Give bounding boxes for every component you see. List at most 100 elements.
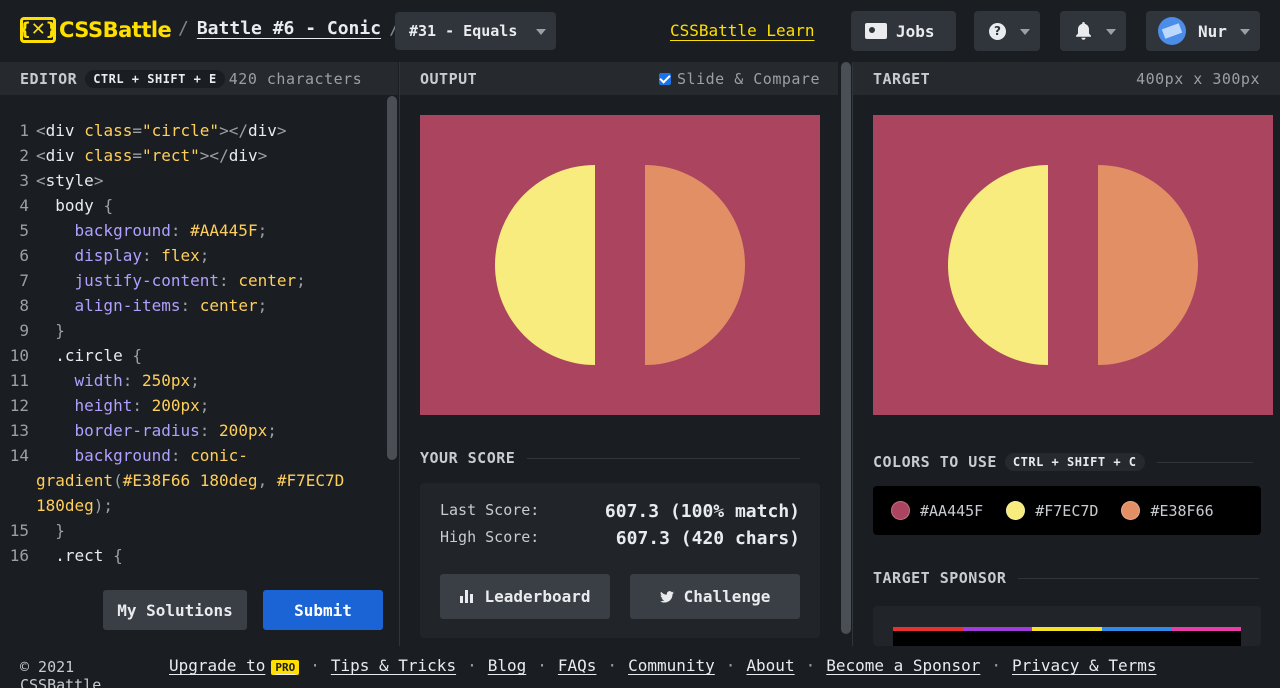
- code-line: 13 border-radius: 200px;: [9, 421, 277, 440]
- footer-link-faqs[interactable]: FAQs: [558, 656, 597, 675]
- logo[interactable]: {✕} CSSBattle: [18, 17, 172, 43]
- color-dot: [891, 501, 910, 520]
- footer-links: Upgrade to PRO · Tips & Tricks · Blog · FAQs · Co…: [169, 656, 1157, 675]
- code-line: 2 <div class="rect"></div>: [19, 146, 268, 165]
- high-score-row: High Score: 607.3 (420 chars): [440, 528, 800, 549]
- footer-link-community[interactable]: Community: [628, 656, 715, 675]
- output-scrollbar[interactable]: [841, 62, 851, 634]
- code-line: 4 body {: [19, 196, 114, 215]
- yellow-half-circle: [948, 165, 1048, 365]
- notifications-button[interactable]: [1060, 11, 1126, 51]
- sponsor-banner[interactable]: [893, 627, 1241, 646]
- target-select-label: #31 - Equals: [409, 22, 518, 40]
- bell-icon: [1076, 22, 1091, 40]
- code-line: 9 }: [19, 321, 65, 340]
- footer-link-tips[interactable]: Tips & Tricks: [331, 656, 456, 675]
- sponsor-section-title: TARGET SPONSOR: [873, 569, 1260, 587]
- code-line: 8 align-items: center;: [19, 296, 268, 315]
- jobs-button[interactable]: Jobs: [851, 11, 956, 51]
- footer-link-about[interactable]: About: [746, 656, 794, 675]
- bar-chart-icon: [459, 590, 475, 603]
- color-swatch[interactable]: #E38F66: [1121, 501, 1214, 520]
- twitter-icon: [659, 590, 674, 603]
- color-dot: [1121, 501, 1141, 520]
- last-score-row: Last Score: 607.3 (100% match): [440, 501, 800, 522]
- question-icon: ?: [989, 22, 1006, 40]
- sponsor-stripes: [893, 627, 1241, 631]
- code-line: 14 background: conic-: [9, 446, 248, 465]
- my-solutions-button[interactable]: My Solutions: [103, 590, 247, 630]
- footer-link-privacy[interactable]: Privacy & Terms: [1012, 656, 1157, 675]
- footer: © 2021 CSSBattle Upgrade to PRO · Tips & Tr…: [0, 646, 1280, 688]
- user-menu-button[interactable]: Nur: [1146, 11, 1260, 51]
- breadcrumb: / Battle #6 - Conic /: [170, 18, 408, 39]
- sponsor-card[interactable]: [873, 606, 1261, 646]
- footer-link-blog[interactable]: Blog: [488, 656, 527, 675]
- last-score-label: Last Score:: [440, 501, 540, 519]
- upgrade-link[interactable]: Upgrade to PRO: [169, 656, 300, 675]
- code-line: 5 background: #AA445F;: [19, 221, 268, 240]
- yellow-half-circle: [495, 165, 595, 365]
- color-dot: [1006, 501, 1026, 520]
- challenge-button[interactable]: Challenge: [630, 574, 800, 619]
- target-panel-header: TARGET 400px x 300px: [853, 62, 1280, 95]
- code-line: 10 .circle {: [9, 346, 142, 365]
- code-line: 1 <div class="circle"></div>: [19, 121, 287, 140]
- code-line: 16 .rect {: [9, 546, 123, 565]
- breadcrumb-separator: /: [178, 18, 189, 39]
- logo-text: CSSBattle: [59, 18, 172, 42]
- output-title: OUTPUT: [420, 69, 478, 88]
- chevron-down-icon: [1240, 29, 1250, 35]
- editor-shortcut-badge: CTRL + SHIFT + E: [85, 69, 225, 88]
- code-line: 11 width: 250px;: [9, 371, 200, 390]
- pro-badge: PRO: [271, 660, 300, 675]
- score-section-title: YOUR SCORE: [420, 449, 801, 467]
- chevron-down-icon: [1106, 29, 1116, 35]
- chevron-down-icon: [536, 29, 546, 35]
- code-line: 3 <style>: [19, 171, 104, 190]
- last-score-value: 607.3 (100% match): [604, 501, 800, 522]
- code-line: 7 justify-content: center;: [19, 271, 306, 290]
- output-preview[interactable]: [420, 115, 820, 415]
- learn-link[interactable]: CSSBattle Learn: [670, 21, 815, 40]
- panel-divider[interactable]: [852, 62, 853, 646]
- high-score-label: High Score:: [440, 528, 540, 546]
- editor-scrollbar[interactable]: [387, 96, 397, 460]
- panel-divider[interactable]: [399, 62, 400, 646]
- leaderboard-button[interactable]: Leaderboard: [440, 574, 610, 619]
- code-line: 180deg);: [36, 496, 114, 515]
- user-name: Nur: [1198, 21, 1227, 41]
- orange-half-circle: [645, 165, 745, 365]
- character-count: 420 characters: [228, 69, 363, 88]
- colors-section-title: COLORS TO USE CTRL + SHIFT + C: [873, 453, 1253, 471]
- target-title: TARGET: [873, 69, 931, 88]
- editor-panel-header: EDITOR CTRL + SHIFT + E 420 characters: [0, 62, 398, 95]
- breadcrumb-battle-link[interactable]: Battle #6 - Conic: [197, 18, 381, 39]
- output-panel-header: OUTPUT Slide & Compare: [400, 62, 838, 95]
- top-bar: {✕} CSSBattle / Battle #6 - Conic / #31 …: [0, 0, 1280, 62]
- target-select-dropdown[interactable]: #31 - Equals: [395, 12, 556, 50]
- score-card: Last Score: 607.3 (100% match) High Scor…: [420, 483, 820, 638]
- id-card-icon: [865, 23, 887, 39]
- code-line: 15 }: [9, 521, 65, 540]
- colors-shortcut-badge: CTRL + SHIFT + C: [1004, 453, 1145, 471]
- help-menu-button[interactable]: ?: [974, 11, 1040, 51]
- logo-mark: {✕}: [18, 17, 58, 43]
- code-line: 6 display: flex;: [19, 246, 210, 265]
- slide-compare-toggle[interactable]: Slide & Compare: [659, 70, 820, 88]
- orange-half-circle: [1098, 165, 1198, 365]
- editor-title: EDITOR: [20, 69, 78, 88]
- color-palette: #AA445F #F7EC7D #E38F66: [873, 486, 1261, 535]
- target-dimensions: 400px x 300px: [1136, 69, 1260, 88]
- copyright: © 2021 CSSBattle: [20, 658, 102, 688]
- color-swatch[interactable]: #F7EC7D: [1006, 501, 1098, 520]
- jobs-label: Jobs: [896, 21, 935, 41]
- high-score-value: 607.3 (420 chars): [615, 528, 800, 549]
- color-swatch[interactable]: #AA445F: [891, 501, 983, 520]
- target-image: [873, 115, 1273, 415]
- checkbox-checked-icon[interactable]: [659, 72, 672, 85]
- footer-link-sponsor[interactable]: Become a Sponsor: [826, 656, 980, 675]
- chevron-down-icon: [1020, 29, 1030, 35]
- submit-button[interactable]: Submit: [263, 590, 383, 630]
- code-editor[interactable]: 1 <div class="circle"></div> 2 <div class=…: [0, 118, 386, 568]
